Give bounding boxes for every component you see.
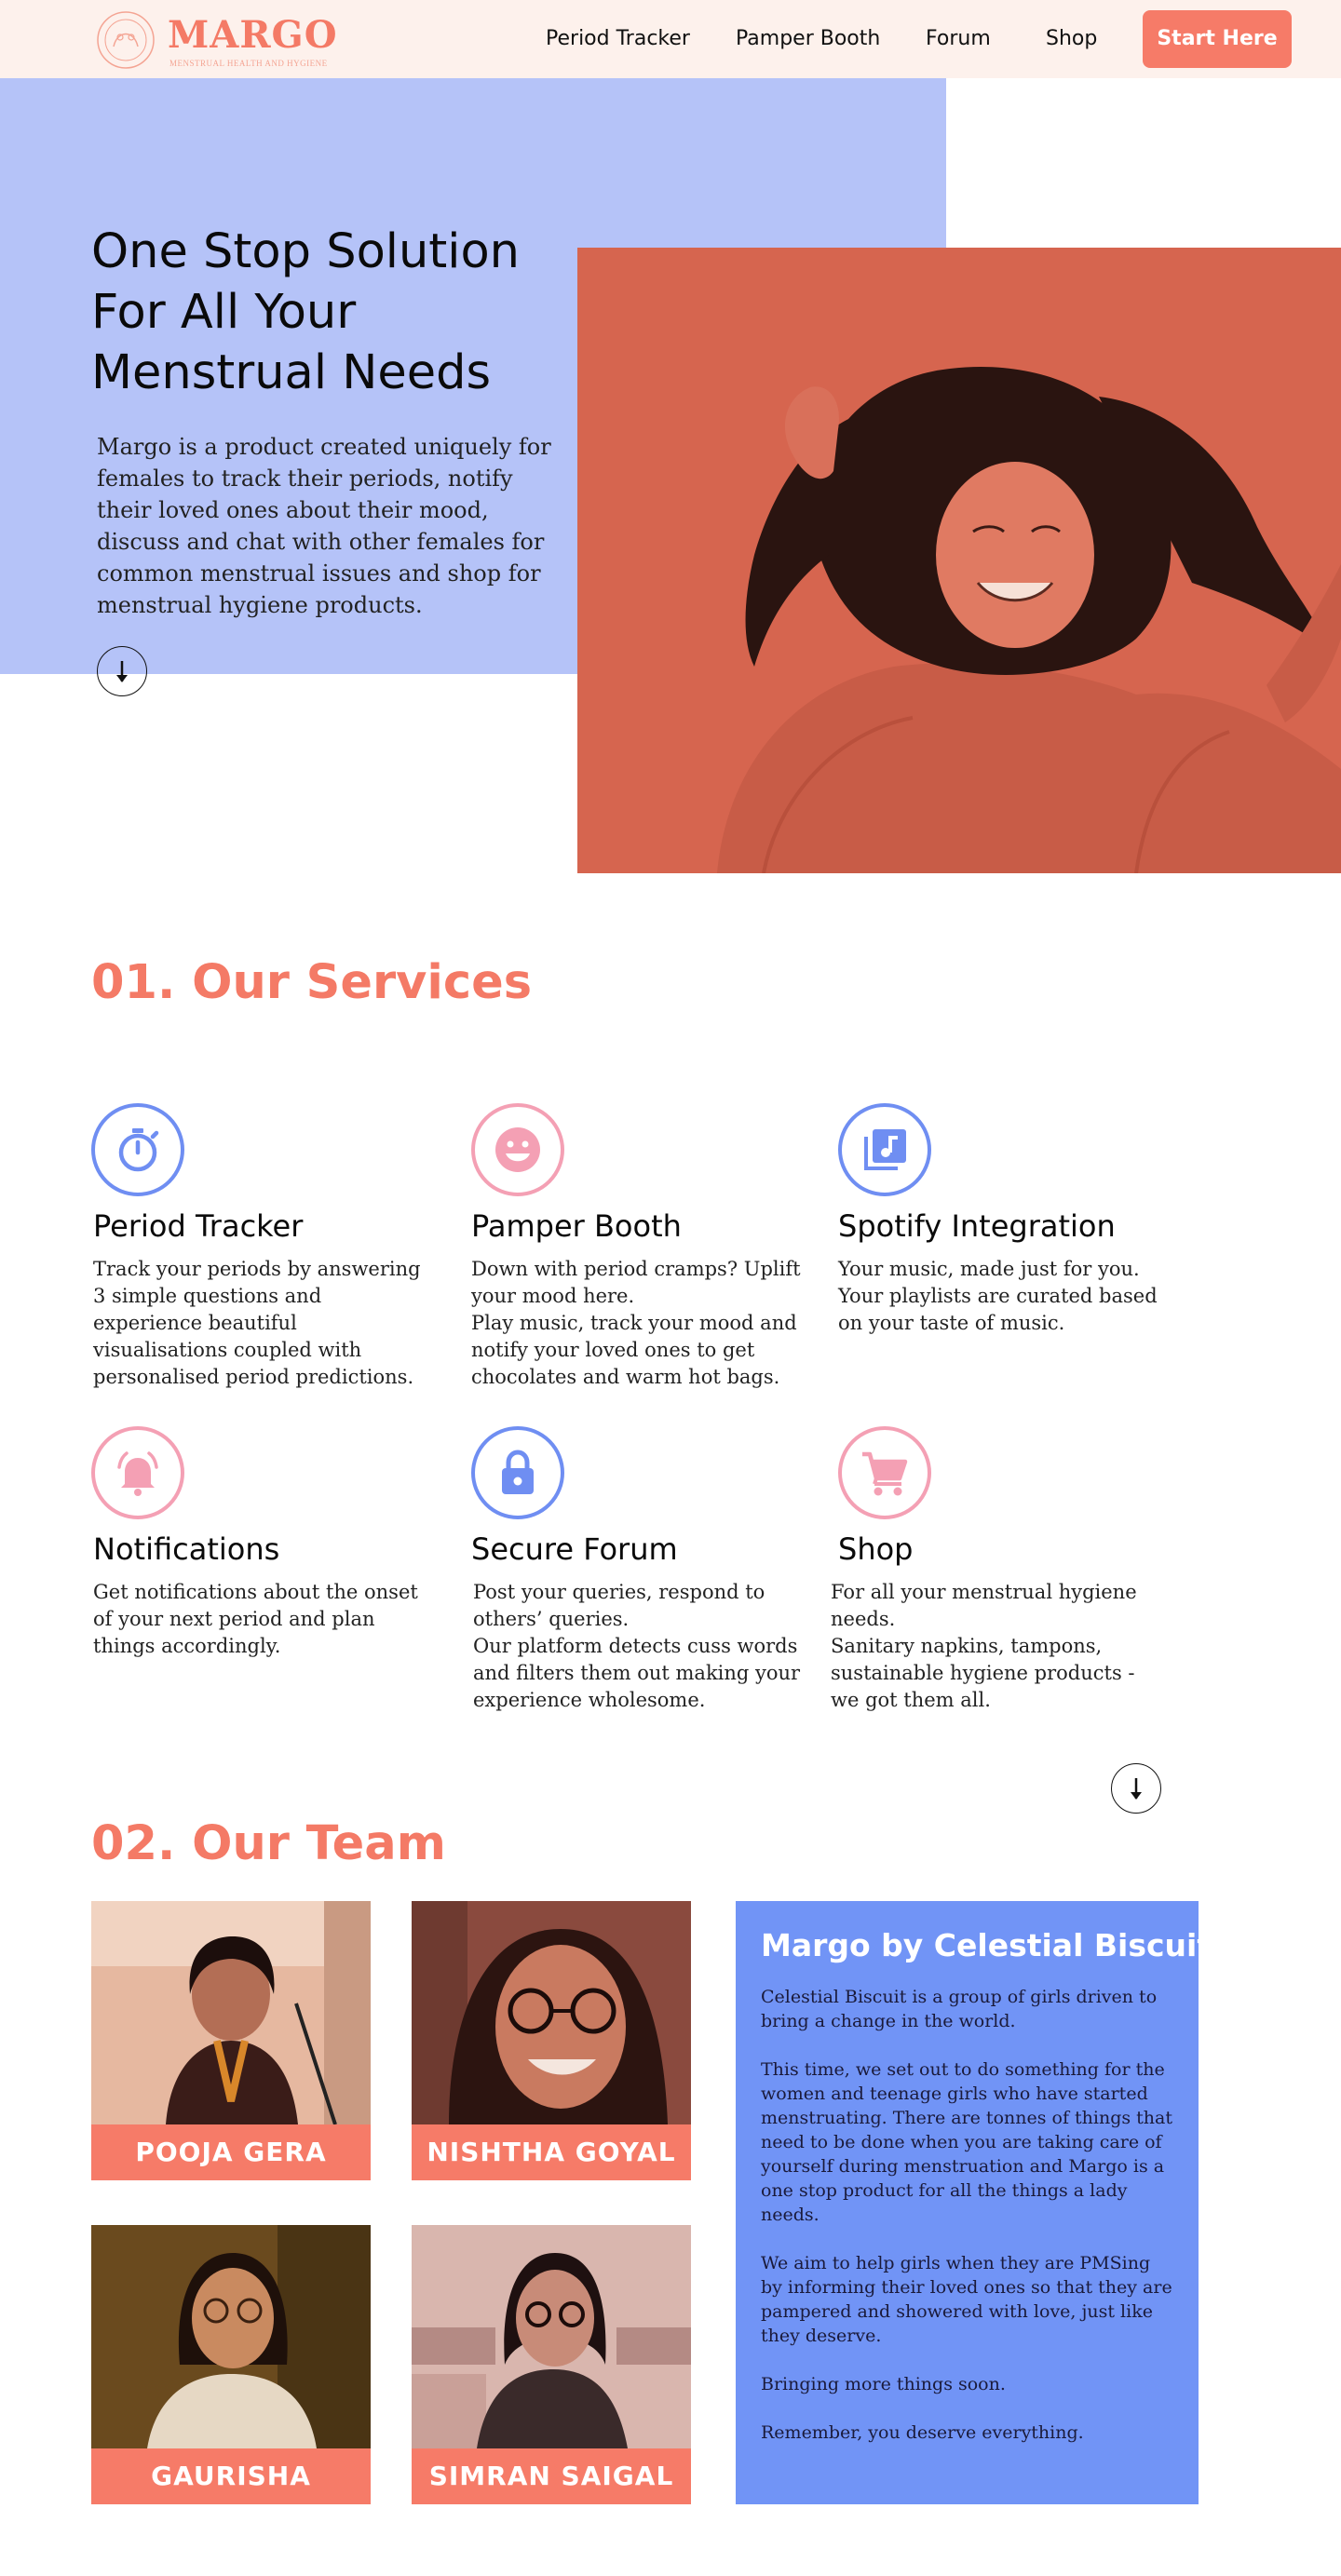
nav-link-shop[interactable]: Shop [1046,26,1097,52]
top-navbar: MARGO MENSTRUAL HEALTH AND HYGIENE Perio… [0,0,1341,78]
service-title-spotify-integration: Spotify Integration [838,1208,1116,1244]
about-celestial-biscuit-card: Margo by Celestial Biscuit Celestial Bis… [736,1901,1212,2504]
service-title-period-tracker: Period Tracker [93,1208,304,1244]
member-name: POOJA GERA [91,2124,371,2180]
team-member-card: POOJA GERA [91,1901,371,2180]
stopwatch-icon [91,1103,184,1196]
logo-tagline: MENSTRUAL HEALTH AND HYGIENE [169,59,328,68]
member-name: SIMRAN SAIGAL [412,2448,691,2504]
hero-image-illustration [577,248,1341,873]
service-desc-shop: For all your menstrual hygiene needs. Sa… [831,1581,1137,1711]
scroll-down-button[interactable] [97,646,147,696]
hero-image [577,248,1341,873]
nav-link-pamper-booth[interactable]: Pamper Booth [736,26,880,52]
service-title-secure-forum: Secure Forum [471,1531,678,1567]
logo-mark-icon [97,11,155,69]
service-title-notifications: Notifications [93,1531,280,1567]
logo-wordmark: MARGO [168,13,338,57]
member-photo [91,2225,371,2448]
member-photo [412,2225,691,2448]
lock-icon [471,1426,564,1519]
arrow-down-icon [116,661,128,682]
scroll-down-button-services[interactable] [1111,1763,1161,1814]
nav-link-forum[interactable]: Forum [926,26,991,52]
start-here-button[interactable]: Start Here [1143,10,1292,68]
member-photo [91,1901,371,2124]
member-photo [412,1901,691,2124]
team-member-card: GAURISHA [91,2225,371,2504]
music-library-icon [838,1103,931,1196]
team-member-card: NISHTHA GOYAL [412,1901,691,2180]
smiley-icon [471,1103,564,1196]
arrow-down-icon [1131,1778,1142,1800]
team-member-card: SIMRAN SAIGAL [412,2225,691,2504]
hero-description: Margo is a product created uniquely for … [97,434,551,618]
service-title-pamper-booth: Pamper Booth [471,1208,682,1244]
member-name: NISHTHA GOYAL [412,2124,691,2180]
service-desc-notifications: Get notifications about the onset of you… [93,1581,418,1657]
nav-link-period-tracker[interactable]: Period Tracker [546,26,690,52]
about-title: Margo by Celestial Biscuit [761,1927,1212,1963]
service-desc-pamper-booth: Down with period cramps? Uplift your moo… [471,1258,801,1388]
service-title-shop: Shop [838,1531,914,1567]
hero-title: One Stop Solution For All Your Menstrual… [91,224,520,400]
member-name: GAURISHA [91,2448,371,2504]
service-desc-period-tracker: Track your periods by answering 3 simple… [93,1258,421,1388]
margo-logo[interactable]: MARGO MENSTRUAL HEALTH AND HYGIENE [95,9,337,71]
about-body: Celestial Biscuit is a group of girls dr… [761,1987,1173,2443]
cart-icon [838,1426,931,1519]
bell-icon [91,1426,184,1519]
service-desc-spotify-integration: Your music, made just for you. Your play… [838,1258,1158,1334]
service-desc-secure-forum: Post your queries, respond to others’ qu… [473,1581,801,1711]
team-heading: 02. Our Team [91,1816,446,1871]
services-heading: 01. Our Services [91,955,533,1010]
